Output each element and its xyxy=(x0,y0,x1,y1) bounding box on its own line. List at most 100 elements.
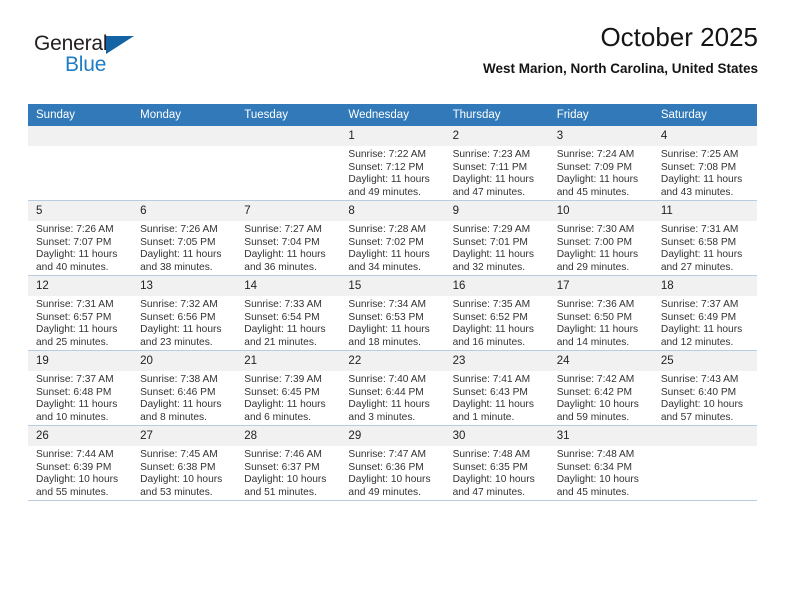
daylight-duration-line2: and 38 minutes. xyxy=(140,261,213,273)
day-sun-info: Sunrise: 7:34 AM Sunset: 6:53 PM Daylight:… xyxy=(340,296,444,349)
day-sun-info: Sunrise: 7:35 AM Sunset: 6:52 PM Daylight:… xyxy=(445,296,549,349)
sunrise-time: Sunrise: 7:45 AM xyxy=(140,449,218,460)
daylight-duration-line1: Daylight: 10 hours xyxy=(556,474,639,486)
calendar-day-cell[interactable]: 14 Sunrise: 7:33 AM Sunset: 6:54 PM Dayligh… xyxy=(236,275,341,351)
day-number: 13 xyxy=(132,276,237,296)
sunset-time: Sunset: 7:01 PM xyxy=(452,236,528,248)
calendar-day-cell[interactable]: 10 Sunrise: 7:30 AM Sunset: 7:00 PM Dayligh… xyxy=(548,200,653,276)
day-number: 22 xyxy=(340,351,445,371)
title-block: October 2025 West Marion, North Carolina… xyxy=(483,22,758,78)
daylight-duration-line1: Daylight: 11 hours xyxy=(348,399,430,411)
sunset-time: Sunset: 6:40 PM xyxy=(660,386,737,398)
sunrise-time: Sunrise: 7:31 AM xyxy=(660,224,739,235)
day-sun-info: Sunrise: 7:33 AM Sunset: 6:54 PM Daylight:… xyxy=(236,296,340,349)
calendar-body: 1 Sunrise: 7:22 AM Sunset: 7:12 PM Daylight… xyxy=(28,126,757,501)
day-cell-content: 17 Sunrise: 7:36 AM Sunset: 6:50 PM Dayligh… xyxy=(548,276,653,350)
daylight-duration-line2: and 18 minutes. xyxy=(348,336,421,348)
daylight-duration-line2: and 32 minutes. xyxy=(452,261,526,273)
calendar-day-cell[interactable]: 24 Sunrise: 7:42 AM Sunset: 6:42 PM Dayligh… xyxy=(548,350,653,426)
calendar-day-cell[interactable]: 21 Sunrise: 7:39 AM Sunset: 6:45 PM Dayligh… xyxy=(236,350,341,426)
day-number: 5 xyxy=(28,201,133,221)
day-number: 30 xyxy=(444,426,549,446)
daylight-duration-line1: Daylight: 11 hours xyxy=(140,399,222,411)
day-number: 2 xyxy=(444,126,549,146)
day-sun-info: Sunrise: 7:44 AM Sunset: 6:39 PM Daylight:… xyxy=(28,446,132,499)
day-sun-info: Sunrise: 7:32 AM Sunset: 6:56 PM Daylight:… xyxy=(132,296,236,349)
daylight-duration-line2: and 53 minutes. xyxy=(140,486,213,498)
calendar-day-cell[interactable]: 13 Sunrise: 7:32 AM Sunset: 6:56 PM Dayligh… xyxy=(132,275,237,351)
day-sun-info: Sunrise: 7:24 AM Sunset: 7:09 PM Daylight:… xyxy=(549,146,653,199)
day-number xyxy=(132,126,237,146)
calendar-day-cell[interactable]: 30 Sunrise: 7:48 AM Sunset: 6:35 PM Dayligh… xyxy=(444,425,549,501)
sunrise-time: Sunrise: 7:41 AM xyxy=(452,374,531,385)
day-sun-info: Sunrise: 7:38 AM Sunset: 6:46 PM Daylight:… xyxy=(132,371,236,424)
weekday-header-friday: Friday xyxy=(548,104,653,126)
calendar-day-cell[interactable]: 6 Sunrise: 7:26 AM Sunset: 7:05 PM Daylight… xyxy=(132,200,237,276)
calendar-day-cell[interactable]: 4 Sunrise: 7:25 AM Sunset: 7:08 PM Daylight… xyxy=(652,126,757,201)
day-cell-content: 9 Sunrise: 7:29 AM Sunset: 7:01 PM Daylight… xyxy=(444,201,549,275)
calendar-day-cell[interactable]: 8 Sunrise: 7:28 AM Sunset: 7:02 PM Daylight… xyxy=(340,200,445,276)
sunset-time: Sunset: 6:46 PM xyxy=(140,386,216,398)
weekday-header-tuesday: Tuesday xyxy=(236,104,341,126)
sunrise-time: Sunrise: 7:26 AM xyxy=(36,224,114,235)
day-sun-info: Sunrise: 7:29 AM Sunset: 7:01 PM Daylight:… xyxy=(445,221,549,274)
day-cell-content: 2 Sunrise: 7:23 AM Sunset: 7:11 PM Daylight… xyxy=(444,126,549,200)
calendar-day-cell[interactable]: 29 Sunrise: 7:47 AM Sunset: 6:36 PM Dayligh… xyxy=(340,425,445,501)
day-sun-info: Sunrise: 7:25 AM Sunset: 7:08 PM Daylight:… xyxy=(653,146,757,199)
calendar-day-cell[interactable]: 19 Sunrise: 7:37 AM Sunset: 6:48 PM Dayligh… xyxy=(28,350,133,426)
day-number: 4 xyxy=(652,126,757,146)
sunrise-time: Sunrise: 7:24 AM xyxy=(556,149,635,160)
day-number xyxy=(236,126,341,146)
calendar-day-cell[interactable]: 5 Sunrise: 7:26 AM Sunset: 7:07 PM Daylight… xyxy=(28,200,133,276)
calendar-day-cell[interactable]: 22 Sunrise: 7:40 AM Sunset: 6:44 PM Dayligh… xyxy=(340,350,445,426)
daylight-duration-line1: Daylight: 11 hours xyxy=(556,174,639,186)
daylight-duration-line1: Daylight: 10 hours xyxy=(36,474,119,486)
daylight-duration-line1: Daylight: 11 hours xyxy=(36,249,118,261)
calendar-week-row: 12 Sunrise: 7:31 AM Sunset: 6:57 PM Dayligh… xyxy=(28,275,757,351)
calendar-day-cell[interactable]: 26 Sunrise: 7:44 AM Sunset: 6:39 PM Dayligh… xyxy=(28,425,133,501)
calendar-day-cell[interactable]: 12 Sunrise: 7:31 AM Sunset: 6:57 PM Dayligh… xyxy=(28,275,133,351)
day-cell-content xyxy=(236,126,341,200)
day-number: 31 xyxy=(548,426,653,446)
calendar-day-cell[interactable]: 27 Sunrise: 7:45 AM Sunset: 6:38 PM Dayligh… xyxy=(132,425,237,501)
calendar-day-cell[interactable]: 23 Sunrise: 7:41 AM Sunset: 6:43 PM Dayligh… xyxy=(444,350,549,426)
weekday-header-monday: Monday xyxy=(132,104,237,126)
calendar-day-cell[interactable]: 15 Sunrise: 7:34 AM Sunset: 6:53 PM Dayligh… xyxy=(340,275,445,351)
calendar-day-cell[interactable]: 7 Sunrise: 7:27 AM Sunset: 7:04 PM Daylight… xyxy=(236,200,341,276)
calendar-day-cell[interactable]: 1 Sunrise: 7:22 AM Sunset: 7:12 PM Daylight… xyxy=(340,126,445,201)
day-cell-content: 28 Sunrise: 7:46 AM Sunset: 6:37 PM Dayligh… xyxy=(236,426,341,500)
calendar-day-cell[interactable]: 9 Sunrise: 7:29 AM Sunset: 7:01 PM Daylight… xyxy=(444,200,549,276)
calendar-day-cell[interactable]: 11 Sunrise: 7:31 AM Sunset: 6:58 PM Dayligh… xyxy=(652,200,757,276)
day-cell-content: 12 Sunrise: 7:31 AM Sunset: 6:57 PM Dayligh… xyxy=(28,276,133,350)
calendar-day-cell[interactable]: 18 Sunrise: 7:37 AM Sunset: 6:49 PM Dayligh… xyxy=(652,275,757,351)
calendar-day-cell[interactable]: 20 Sunrise: 7:38 AM Sunset: 6:46 PM Dayligh… xyxy=(132,350,237,426)
sunset-time: Sunset: 6:49 PM xyxy=(660,311,737,323)
sunset-time: Sunset: 7:00 PM xyxy=(556,236,633,248)
sunset-time: Sunset: 7:04 PM xyxy=(244,236,320,248)
calendar-day-cell[interactable]: 25 Sunrise: 7:43 AM Sunset: 6:40 PM Dayligh… xyxy=(652,350,757,426)
day-sun-info: Sunrise: 7:40 AM Sunset: 6:44 PM Daylight:… xyxy=(340,371,444,424)
sunrise-time: Sunrise: 7:43 AM xyxy=(660,374,739,385)
general-blue-logo[interactable]: General Blue xyxy=(34,32,154,80)
daylight-duration-line1: Daylight: 11 hours xyxy=(556,324,639,336)
sunset-time: Sunset: 6:37 PM xyxy=(244,461,320,473)
day-cell-content: 6 Sunrise: 7:26 AM Sunset: 7:05 PM Daylight… xyxy=(132,201,237,275)
day-cell-content: 23 Sunrise: 7:41 AM Sunset: 6:43 PM Dayligh… xyxy=(444,351,549,425)
day-cell-content: 1 Sunrise: 7:22 AM Sunset: 7:12 PM Daylight… xyxy=(340,126,445,200)
calendar-day-cell[interactable]: 28 Sunrise: 7:46 AM Sunset: 6:37 PM Dayligh… xyxy=(236,425,341,501)
calendar-empty-cell xyxy=(28,126,133,201)
day-cell-content: 16 Sunrise: 7:35 AM Sunset: 6:52 PM Dayligh… xyxy=(444,276,549,350)
calendar-day-cell[interactable]: 17 Sunrise: 7:36 AM Sunset: 6:50 PM Dayligh… xyxy=(548,275,653,351)
calendar-day-cell[interactable]: 2 Sunrise: 7:23 AM Sunset: 7:11 PM Daylight… xyxy=(444,126,549,201)
sunrise-time: Sunrise: 7:28 AM xyxy=(348,224,427,235)
calendar-day-cell[interactable]: 31 Sunrise: 7:48 AM Sunset: 6:34 PM Dayligh… xyxy=(548,425,653,501)
daylight-duration-line1: Daylight: 11 hours xyxy=(348,324,430,336)
calendar-day-cell[interactable]: 16 Sunrise: 7:35 AM Sunset: 6:52 PM Dayligh… xyxy=(444,275,549,351)
calendar-day-cell[interactable]: 3 Sunrise: 7:24 AM Sunset: 7:09 PM Daylight… xyxy=(548,126,653,201)
day-number: 9 xyxy=(444,201,549,221)
sunset-time: Sunset: 6:38 PM xyxy=(140,461,216,473)
day-number: 18 xyxy=(652,276,757,296)
calendar-page: General Blue October 2025 West Marion, N… xyxy=(0,0,792,612)
day-cell-content: 26 Sunrise: 7:44 AM Sunset: 6:39 PM Dayligh… xyxy=(28,426,133,500)
sunset-time: Sunset: 6:35 PM xyxy=(452,461,528,473)
